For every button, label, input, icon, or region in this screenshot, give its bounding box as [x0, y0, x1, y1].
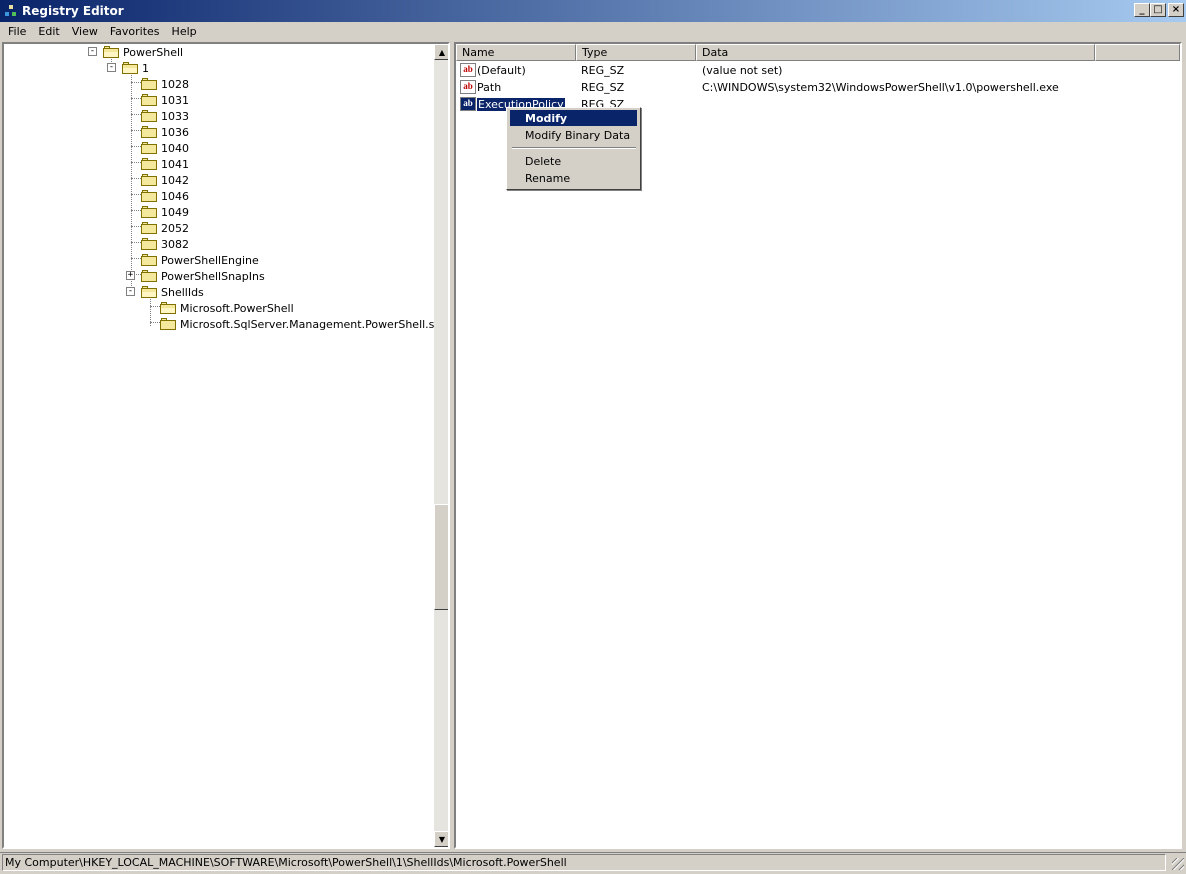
collapse-icon[interactable]: - — [126, 287, 135, 296]
string-value-icon: ab — [460, 63, 476, 77]
folder-open-icon — [141, 286, 157, 298]
menu-item-delete[interactable]: Delete — [510, 153, 637, 169]
tree-node-powershell[interactable]: - PowerShell — [4, 44, 434, 60]
folder-icon — [141, 254, 157, 266]
menu-separator — [512, 147, 636, 149]
tree-node-powershellengine[interactable]: PowerShellEngine — [4, 252, 434, 268]
tree-node-microsoft-powershell[interactable]: Microsoft.PowerShell — [4, 300, 434, 316]
tree-node-2052[interactable]: 2052 — [4, 220, 434, 236]
title-bar[interactable]: Registry Editor _ □ × — [0, 0, 1186, 22]
value-type: REG_SZ — [581, 81, 625, 94]
scroll-down-button[interactable]: ▼ — [434, 831, 448, 847]
string-value-icon: ab — [460, 80, 476, 94]
menu-favorites[interactable]: Favorites — [104, 25, 166, 38]
tree-node-label: 1046 — [161, 189, 189, 203]
string-value-icon: ab — [460, 97, 476, 111]
folder-icon — [141, 94, 157, 106]
folder-icon — [141, 174, 157, 186]
value-name: Path — [477, 81, 502, 94]
tree-node-label: 1041 — [161, 157, 189, 171]
folder-icon — [141, 270, 157, 282]
column-header-filler — [1095, 44, 1180, 61]
tree-node-3082[interactable]: 3082 — [4, 236, 434, 252]
folder-open-icon — [103, 46, 119, 58]
scroll-up-button[interactable]: ▲ — [434, 44, 448, 60]
tree-node-label: 1049 — [161, 205, 189, 219]
context-menu: Modify Modify Binary Data Delete Rename — [506, 107, 641, 190]
tree-node-1031[interactable]: 1031 — [4, 92, 434, 108]
value-data: (value not set) — [702, 64, 783, 77]
column-header-data[interactable]: Data — [696, 44, 1095, 61]
tree-node-1036[interactable]: 1036 — [4, 124, 434, 140]
status-path: My Computer\HKEY_LOCAL_MACHINE\SOFTWARE\… — [2, 854, 1166, 871]
tree-node-1033[interactable]: 1033 — [4, 108, 434, 124]
tree-node-1040[interactable]: 1040 — [4, 140, 434, 156]
tree-node-label: Microsoft.SqlServer.Management.PowerShel… — [180, 317, 450, 331]
folder-icon — [141, 222, 157, 234]
tree-scrollbar[interactable]: ▲ ▼ — [434, 44, 448, 847]
expand-icon[interactable]: + — [126, 271, 135, 280]
menu-edit[interactable]: Edit — [32, 25, 65, 38]
tree-node-label: 3082 — [161, 237, 189, 251]
folder-icon — [141, 110, 157, 122]
tree-node-label: 1042 — [161, 173, 189, 187]
tree-node-1042[interactable]: 1042 — [4, 172, 434, 188]
minimize-button[interactable]: _ — [1134, 3, 1150, 17]
tree-node-label: PowerShellSnapIns — [161, 269, 265, 283]
tree-node-1028[interactable]: 1028 — [4, 76, 434, 92]
resize-grip-icon[interactable] — [1172, 858, 1184, 870]
status-bar: My Computer\HKEY_LOCAL_MACHINE\SOFTWARE\… — [0, 852, 1186, 872]
menu-bar: File Edit View Favorites Help — [0, 22, 1186, 41]
tree-node-label: 1033 — [161, 109, 189, 123]
folder-icon — [141, 158, 157, 170]
tree-node-powershellsnapins[interactable]: + PowerShellSnapIns — [4, 268, 434, 284]
tree-node-label: PowerShellEngine — [161, 253, 259, 267]
menu-item-modify[interactable]: Modify — [510, 110, 637, 126]
scroll-thumb[interactable] — [434, 504, 448, 610]
tree-node-label: 1 — [142, 61, 149, 75]
value-name: (Default) — [477, 64, 526, 77]
value-data: C:\WINDOWS\system32\WindowsPowerShell\v1… — [702, 81, 1059, 94]
folder-icon — [141, 78, 157, 90]
menu-help[interactable]: Help — [166, 25, 203, 38]
tree-node-1049[interactable]: 1049 — [4, 204, 434, 220]
tree-node-label: 1028 — [161, 77, 189, 91]
collapse-icon[interactable]: - — [88, 47, 97, 56]
tree-node-label: 1036 — [161, 125, 189, 139]
tree-node-label: 2052 — [161, 221, 189, 235]
tree-node-label: 1031 — [161, 93, 189, 107]
collapse-icon[interactable]: - — [107, 63, 116, 72]
menu-item-modify-binary-data[interactable]: Modify Binary Data — [510, 127, 637, 143]
key-tree-pane[interactable]: - PowerShell - 1 1028 1031 1033 1036 104… — [2, 42, 450, 849]
folder-icon — [141, 206, 157, 218]
tree-node-label: Microsoft.PowerShell — [180, 301, 294, 315]
folder-icon — [160, 318, 176, 330]
tree-node-1046[interactable]: 1046 — [4, 188, 434, 204]
column-header-name[interactable]: Name — [456, 44, 576, 61]
folder-icon — [141, 238, 157, 250]
value-row[interactable]: ab (Default) REG_SZ (value not set) — [456, 62, 1180, 79]
tree-node-label: 1040 — [161, 141, 189, 155]
window-title: Registry Editor — [22, 4, 124, 18]
folder-open-icon — [122, 62, 138, 74]
folder-icon — [141, 190, 157, 202]
column-header-type[interactable]: Type — [576, 44, 696, 61]
menu-item-rename[interactable]: Rename — [510, 170, 637, 186]
value-type: REG_SZ — [581, 64, 625, 77]
tree-node-label: ShellIds — [161, 285, 204, 299]
folder-open-icon — [160, 302, 176, 314]
tree-node-1[interactable]: - 1 — [4, 60, 434, 76]
tree-node-1041[interactable]: 1041 — [4, 156, 434, 172]
registry-editor-icon — [4, 4, 18, 18]
menu-view[interactable]: View — [66, 25, 104, 38]
tree-node-label: PowerShell — [123, 45, 184, 59]
tree-node-sqlps[interactable]: Microsoft.SqlServer.Management.PowerShel… — [4, 316, 448, 332]
folder-icon — [141, 142, 157, 154]
value-row[interactable]: ab Path REG_SZ C:\WINDOWS\system32\Windo… — [456, 79, 1180, 96]
maximize-button[interactable]: □ — [1150, 3, 1166, 17]
close-button[interactable]: × — [1168, 3, 1184, 17]
tree-node-shellids[interactable]: - ShellIds — [4, 284, 434, 300]
menu-file[interactable]: File — [2, 25, 32, 38]
folder-icon — [141, 126, 157, 138]
